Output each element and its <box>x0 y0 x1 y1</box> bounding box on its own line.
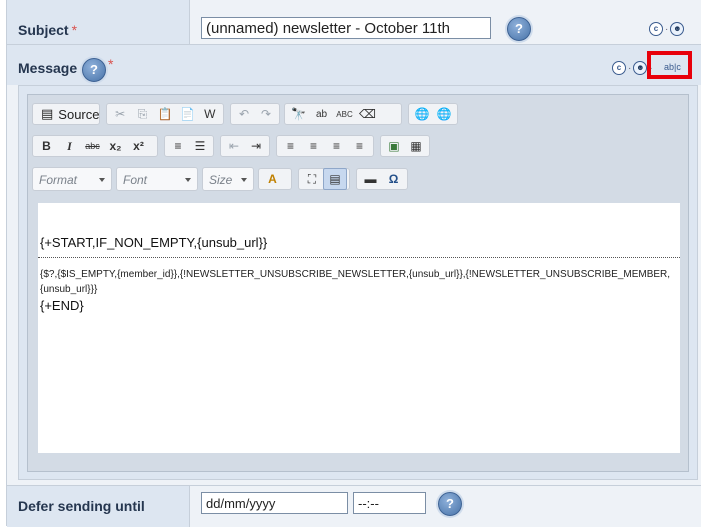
smiley-icon[interactable]: ☻ <box>670 22 685 36</box>
subject-field-tools: c · ☻ <box>649 22 685 36</box>
find-icon[interactable]: 🔭 <box>287 104 310 124</box>
editor-toolbar: ▤ Source ✂ ⎘ 📋 📄 W ↶ ↷ 🔭 ab ABC ⌫ 🌐 🌐 B … <box>32 99 684 197</box>
align-right-icon[interactable]: ≡ <box>325 136 348 156</box>
editor-wrapper: ▤ Source ✂ ⎘ 📋 📄 W ↶ ↷ 🔭 ab ABC ⌫ 🌐 🌐 B … <box>18 85 698 480</box>
editor-content-area[interactable]: {+START,IF_NON_EMPTY,{unsub_url}} {$?,{$… <box>38 203 680 453</box>
text-color-icon[interactable]: A <box>261 169 284 189</box>
defer-date-input[interactable]: dd/mm/yyyy <box>201 492 348 514</box>
copy-icon[interactable]: ⎘ <box>131 104 153 124</box>
toolbar-group-source: ▤ Source <box>32 103 100 125</box>
toolbar-group-insert: ▣ ▦ <box>380 135 430 157</box>
paste-icon[interactable]: 📋 <box>154 104 176 124</box>
toolbar-group-clipboard: ✂ ⎘ 📋 📄 W <box>106 103 224 125</box>
subject-input[interactable]: (unnamed) newsletter - October 11th 2015 <box>201 17 491 59</box>
toolbar-group-undo: ↶ ↷ <box>230 103 280 125</box>
toolbar-group-align: ≡ ≡ ≡ ≡ <box>276 135 374 157</box>
subscript-button[interactable]: x₂ <box>104 136 127 156</box>
bulleted-list-icon[interactable]: ☰ <box>189 136 211 156</box>
show-blocks-icon[interactable]: ▤ <box>323 168 347 190</box>
toolbar-group-indent: ⇤ ⇥ <box>220 135 270 157</box>
italic-button[interactable]: I <box>58 136 81 156</box>
size-select[interactable]: Size <box>202 167 254 191</box>
align-justify-icon[interactable]: ≡ <box>348 136 371 156</box>
block-divider <box>38 257 680 258</box>
message-label: Message <box>18 60 78 76</box>
undo-icon[interactable]: ↶ <box>233 104 255 124</box>
subject-row: Subject * (unnamed) newsletter - October … <box>7 0 701 59</box>
source-button[interactable]: ▤ Source <box>35 106 106 122</box>
wysiwyg-toggle-icon[interactable]: ab|c <box>664 62 681 72</box>
chevron-down-icon <box>185 178 191 182</box>
format-select[interactable]: Format <box>32 167 112 191</box>
content-line: {+START,IF_NON_EMPTY,{unsub_url}} <box>40 235 268 250</box>
subject-value-cell: (unnamed) newsletter - October 11th 2015… <box>190 0 701 59</box>
link-icon[interactable]: 🌐 <box>411 104 433 124</box>
message-row: Message ? * c · ☻ · <box>7 45 701 85</box>
content-line: {+END} <box>40 298 84 313</box>
replace-icon[interactable]: ab <box>310 104 333 124</box>
defer-value-cell: dd/mm/yyyy --:-- ? <box>190 486 701 527</box>
chevron-down-icon <box>99 178 105 182</box>
wysiwyg-editor: ▤ Source ✂ ⎘ 📋 📄 W ↶ ↷ 🔭 ab ABC ⌫ 🌐 🌐 B … <box>27 94 689 472</box>
toolbar-group-tools: ⛶ ▤ <box>298 168 350 190</box>
toolbar-group-links: 🌐 🌐 <box>408 103 458 125</box>
outdent-icon[interactable]: ⇤ <box>223 136 245 156</box>
comcode-icon[interactable]: c <box>612 61 626 75</box>
defer-row: Defer sending until dd/mm/yyyy --:-- ? <box>7 485 701 527</box>
remove-format-icon[interactable]: ⌫ <box>356 104 379 124</box>
defer-time-input[interactable]: --:-- <box>353 492 426 514</box>
paste-text-icon[interactable]: 📄 <box>176 104 198 124</box>
cut-icon[interactable]: ✂ <box>109 104 131 124</box>
maximize-icon[interactable]: ⛶ <box>301 169 323 189</box>
toolbar-group-lists: ≡ ☰ <box>164 135 214 157</box>
newsletter-form: Subject * (unnamed) newsletter - October … <box>6 0 701 527</box>
defer-label-cell: Defer sending until <box>7 486 190 527</box>
align-center-icon[interactable]: ≡ <box>302 136 325 156</box>
numbered-list-icon[interactable]: ≡ <box>167 136 189 156</box>
toolbar-group-basic-styles: B I abc x₂ x² <box>32 135 158 157</box>
spellcheck-icon[interactable]: ABC <box>333 104 356 124</box>
smiley-icon[interactable]: ☻ <box>633 61 648 75</box>
paste-word-icon[interactable]: W <box>199 104 221 124</box>
horizontal-rule-icon[interactable]: ▬ <box>359 169 382 189</box>
defer-label: Defer sending until <box>18 498 145 514</box>
subject-label: Subject * <box>18 22 78 38</box>
toolbar-group-special: ▬ Ω <box>356 168 408 190</box>
message-required-marker: * <box>108 56 114 72</box>
content-line: {$?,{$IS_EMPTY,{member_id}},{!NEWSLETTER… <box>40 269 671 295</box>
superscript-button[interactable]: x² <box>127 136 150 156</box>
toolbar-group-editing: 🔭 ab ABC ⌫ <box>284 103 402 125</box>
source-icon: ▤ <box>41 106 54 121</box>
subject-label-cell: Subject * <box>7 0 190 44</box>
strike-button[interactable]: abc <box>81 136 104 156</box>
comcode-icon[interactable]: c <box>649 22 663 36</box>
indent-icon[interactable]: ⇥ <box>245 136 267 156</box>
align-left-icon[interactable]: ≡ <box>279 136 302 156</box>
table-icon[interactable]: ▦ <box>405 136 427 156</box>
subject-help-icon[interactable]: ? <box>507 17 531 41</box>
unlink-icon[interactable]: 🌐 <box>433 104 455 124</box>
toolbar-group-colors: A <box>258 168 292 190</box>
chevron-down-icon <box>241 178 247 182</box>
image-icon[interactable]: ▣ <box>383 136 405 156</box>
font-select[interactable]: Font <box>116 167 198 191</box>
defer-help-icon[interactable]: ? <box>438 492 462 516</box>
redo-icon[interactable]: ↷ <box>255 104 277 124</box>
message-help-icon[interactable]: ? <box>82 58 106 82</box>
bold-button[interactable]: B <box>35 136 58 156</box>
required-marker: * <box>71 22 78 38</box>
special-char-icon[interactable]: Ω <box>382 169 405 189</box>
